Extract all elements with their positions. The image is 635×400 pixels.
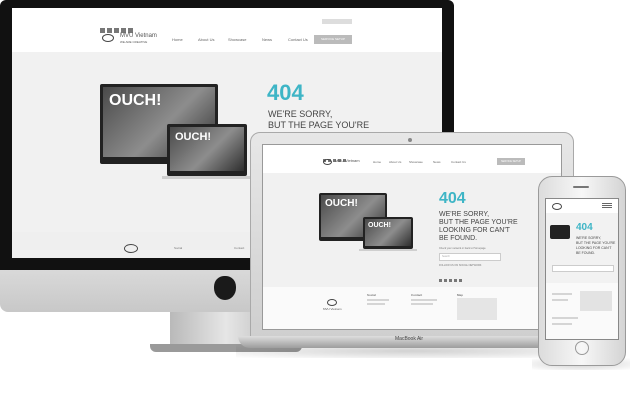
mb-footer-logo-icon — [327, 299, 337, 306]
mb-footer-map-image[interactable] — [457, 298, 497, 320]
ph-header — [546, 199, 618, 214]
imac-logo-icon — [102, 34, 114, 42]
mb-nav-about[interactable]: About Us — [389, 160, 401, 164]
imac-nav-contact[interactable]: Contact Us — [288, 37, 308, 42]
mb-hero-laptop-image: OUCH! — [365, 219, 411, 246]
mb-footer-line — [411, 303, 433, 305]
mb-footer-brand: MVU Vietnam — [323, 307, 342, 311]
imac-ouch-large: OUCH! — [109, 92, 162, 109]
ph-hero: 404 WE'RE SORRY, BUT THE PAGE YOU'RE LOO… — [546, 213, 618, 283]
imac-nav-about[interactable]: About Us — [198, 37, 214, 42]
mb-follow-text: FOLLOW US ON SOCIAL NETWORK — [439, 264, 482, 267]
mb-hero-social-icons — [439, 269, 464, 287]
iphone-speaker — [573, 186, 589, 188]
imac-footer-logo-icon — [124, 244, 138, 253]
mb-nav-showcase[interactable]: Showcase — [409, 160, 423, 164]
mb-footer: MVU Vietnam Social Contact Map — [263, 287, 561, 329]
imac-error-code: 404 — [267, 80, 304, 105]
mb-footer-line — [367, 299, 389, 301]
imac-search-box[interactable] — [322, 19, 352, 24]
imac-nav-home[interactable]: Home — [172, 37, 183, 42]
mb-error-code: 404 — [439, 190, 466, 207]
mb-ouch-large: OUCH! — [325, 198, 358, 209]
facebook-icon[interactable] — [439, 279, 442, 282]
iphone-home-button[interactable] — [575, 341, 589, 355]
imac-footer-contact: Contact — [234, 246, 245, 250]
mb-hero-laptop-base — [359, 249, 417, 251]
facebook-icon[interactable] — [100, 28, 105, 33]
mb-header: MVU Vietnam Home About Us Showcase News … — [263, 145, 561, 174]
mb-sorry-line1: WE'RE SORRY, — [439, 211, 490, 218]
mb-footer-line — [411, 299, 437, 301]
twitter-icon[interactable] — [444, 279, 447, 282]
imac-nav-showcase[interactable]: Showcase — [228, 37, 246, 42]
ph-search-input[interactable] — [552, 265, 614, 272]
mb-nav-contact[interactable]: Contact Us — [451, 160, 466, 164]
ph-footer-line — [552, 293, 572, 295]
imac-hero-laptop: OUCH! — [167, 124, 247, 176]
mb-footer-contact: Contact — [411, 293, 423, 297]
mb-brand: MVU Vietnam — [335, 158, 360, 163]
ph-logo-icon — [552, 203, 562, 210]
mb-sorry-line3: LOOKING FOR CAN'T — [439, 227, 510, 234]
mb-sorry-line4: BE FOUND. — [439, 235, 478, 242]
linkedin-icon[interactable] — [459, 279, 462, 282]
google-plus-icon[interactable] — [449, 279, 452, 282]
mb-ouch-small: OUCH! — [368, 222, 391, 229]
imac-cta-button[interactable]: SERVICE SETUP — [314, 35, 352, 44]
imac-brand: MVU Vietnam — [120, 33, 157, 39]
youtube-icon[interactable] — [454, 279, 457, 282]
ph-footer-line — [552, 323, 572, 325]
ph-footer-map-image[interactable] — [580, 291, 612, 311]
ph-footer-line — [552, 317, 578, 319]
imac-nav-news[interactable]: News — [262, 37, 272, 42]
imac-footer-social: Social — [174, 246, 183, 250]
imac-sorry-line1: WE'RE SORRY, — [268, 109, 333, 119]
mb-hero-laptop: OUCH! — [363, 217, 413, 249]
macbook-label: MacBook Air — [395, 336, 424, 342]
imac-brand-tagline: WE ARE CREATIVE — [120, 40, 148, 44]
macbook-camera — [408, 138, 412, 142]
twitter-icon[interactable] — [107, 28, 112, 33]
imac-header: MVU Vietnam WE ARE CREATIVE Home About U… — [12, 8, 442, 53]
mb-help-text: Check your network or back to Homepage — [439, 247, 486, 250]
mb-footer-line — [367, 303, 385, 305]
mb-footer-social: Social — [367, 293, 376, 297]
ph-sorry-line4: BE FOUND. — [576, 251, 596, 255]
imac-ouch-small: OUCH! — [175, 131, 212, 143]
mb-nav-home[interactable]: Home — [373, 160, 381, 164]
iphone-screen: 404 WE'RE SORRY, BUT THE PAGE YOU'RE LOO… — [545, 198, 619, 340]
ph-menu-icon[interactable] — [602, 203, 612, 204]
mb-search-input[interactable]: Search — [439, 253, 501, 261]
google-plus-icon[interactable] — [114, 28, 119, 33]
mb-hero: OUCH! OUCH! 404 WE'RE SORRY, BUT THE PAG… — [263, 173, 561, 287]
ph-footer — [546, 283, 618, 339]
imac-sorry-line2: BUT THE PAGE YOU'RE — [268, 120, 370, 130]
macbook-screen: MVU Vietnam Home About Us Showcase News … — [262, 144, 562, 330]
ph-error-code: 404 — [576, 222, 593, 233]
imac-hero-laptop-base — [162, 176, 254, 179]
mb-cta-button[interactable]: SERVICE SETUP — [497, 158, 525, 165]
mb-nav-news[interactable]: News — [433, 160, 441, 164]
ph-hero-monitor — [550, 225, 570, 239]
imac-hero-laptop-image: OUCH! — [170, 127, 244, 171]
mb-logo-icon — [323, 159, 332, 165]
ph-footer-line — [552, 299, 568, 301]
mb-footer-map: Map — [457, 293, 463, 297]
apple-logo-shape — [214, 276, 236, 300]
mb-sorry-line2: BUT THE PAGE YOU'RE — [439, 219, 518, 226]
